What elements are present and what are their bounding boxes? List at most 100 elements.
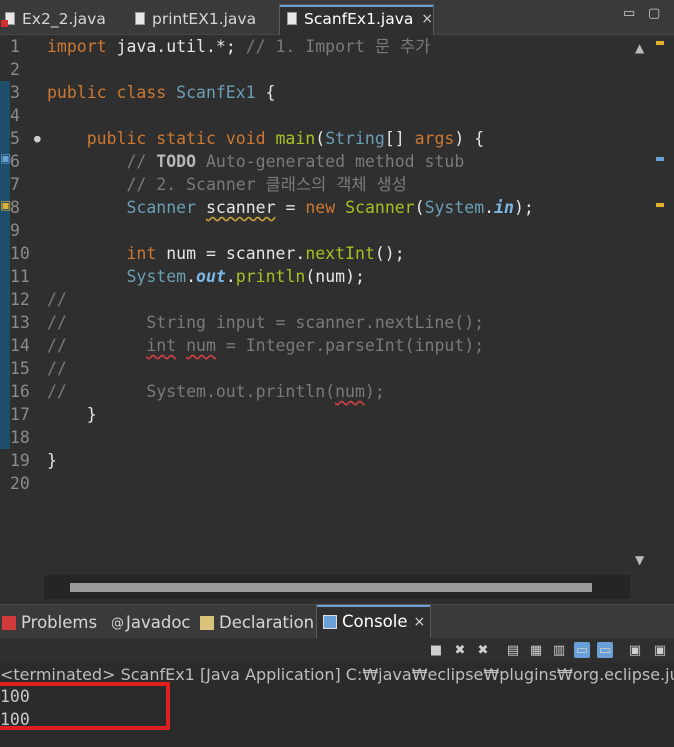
- open-console-icon[interactable]: ▣: [652, 642, 668, 658]
- show-console-on-output-icon[interactable]: ▭: [574, 642, 590, 658]
- code-line[interactable]: 11 System.out.println(num);: [0, 265, 630, 288]
- code-text: // System.out.println(num);: [47, 380, 385, 403]
- code-text: // 2. Scanner 클래스의 객체 생성: [47, 173, 407, 196]
- tab-ex2-2[interactable]: Ex2_2.java: [1, 6, 106, 32]
- horizontal-scrollbar[interactable]: [44, 575, 630, 599]
- scroll-up-icon[interactable]: ▲: [635, 41, 644, 55]
- line-number: 4: [10, 106, 20, 125]
- code-token: (num);: [305, 267, 365, 286]
- code-token: import: [47, 37, 107, 56]
- code-token: ) {: [454, 129, 485, 148]
- code-token: args: [414, 129, 455, 148]
- code-line[interactable]: 18: [0, 426, 630, 449]
- code-token: //: [47, 359, 67, 378]
- overview-warning-marker[interactable]: [656, 41, 664, 45]
- line-number: 19: [10, 451, 30, 470]
- code-token: num = scanner.: [166, 244, 306, 263]
- code-text: // int num = Integer.parseInt(input);: [47, 334, 484, 357]
- fold-marker-icon[interactable]: ●: [34, 127, 41, 150]
- code-editor[interactable]: 1 import java.util.*; // 1. Import 문 추가 2 3…: [0, 35, 674, 573]
- code-token: .: [186, 267, 197, 286]
- pin-console-icon[interactable]: ▣: [627, 642, 643, 658]
- code-token: );: [513, 198, 534, 217]
- code-line[interactable]: 9: [0, 219, 630, 242]
- line-number: 9: [10, 221, 20, 240]
- terminate-icon[interactable]: ■: [428, 642, 444, 658]
- java-file-icon: [286, 12, 298, 26]
- code-text: public static void main(String[] args) {: [47, 127, 484, 150]
- code-token: (: [315, 129, 326, 148]
- code-line[interactable]: 16 // System.out.println(num);: [0, 380, 630, 403]
- line-number: 15: [10, 359, 30, 378]
- minimize-icon[interactable]: ▭: [623, 6, 635, 21]
- word-wrap-icon[interactable]: ▥: [551, 642, 567, 658]
- code-line[interactable]: 15 //: [0, 357, 630, 380]
- tab-label: printEX1.java: [152, 10, 257, 28]
- close-icon[interactable]: ×: [414, 614, 426, 630]
- code-line[interactable]: 4: [0, 104, 630, 127]
- code-token: // 1. Import 문 추가: [245, 37, 431, 56]
- code-line[interactable]: 1 import java.util.*; // 1. Import 문 추가: [0, 35, 630, 58]
- code-token: Scanner: [126, 198, 206, 217]
- code-token: java.util.*;: [106, 37, 246, 56]
- overview-task-marker[interactable]: [656, 157, 664, 161]
- code-line[interactable]: 10 int num = scanner.nextInt();: [0, 242, 630, 265]
- task-marker-icon: ▣: [0, 151, 12, 165]
- code-token: public static void: [86, 129, 276, 148]
- console-icon: [323, 614, 337, 629]
- code-line[interactable]: 13 // String input = scanner.nextLine();: [0, 311, 630, 334]
- code-line[interactable]: 12 //: [0, 288, 630, 311]
- code-token: //: [47, 290, 67, 309]
- code-line[interactable]: 8 Scanner scanner = new Scanner(System.i…: [0, 196, 630, 219]
- code-text: // String input = scanner.nextLine();: [47, 311, 484, 334]
- code-line[interactable]: 7 // 2. Scanner 클래스의 객체 생성: [0, 173, 630, 196]
- code-text: Scanner scanner = new Scanner(System.in)…: [47, 196, 534, 219]
- overview-ruler[interactable]: [652, 35, 674, 573]
- tab-declaration[interactable]: Declaration: [200, 613, 314, 632]
- code-line[interactable]: 6 // TODO Auto-generated method stub: [0, 150, 630, 173]
- tab-console[interactable]: Console ×: [323, 612, 425, 631]
- vertical-scrollbar[interactable]: ▲ ▼: [630, 35, 650, 573]
- code-text: import java.util.*; // 1. Import 문 추가: [47, 35, 430, 58]
- code-token: // 2. Scanner 클래스의 객체 생성: [126, 175, 407, 194]
- remove-launch-icon[interactable]: ✖: [452, 642, 468, 658]
- code-text: System.out.println(num);: [47, 265, 365, 288]
- close-icon[interactable]: ×: [421, 11, 433, 27]
- code-line[interactable]: 20: [0, 472, 630, 495]
- scroll-thumb[interactable]: [70, 583, 592, 592]
- clear-console-icon[interactable]: ▤: [505, 642, 521, 658]
- scroll-lock-icon[interactable]: ▦: [528, 642, 544, 658]
- maximize-icon[interactable]: ▢: [648, 6, 660, 21]
- remove-all-launches-icon[interactable]: ✖: [475, 642, 491, 658]
- code-token: ();: [374, 244, 405, 263]
- javadoc-icon: @: [111, 615, 124, 631]
- editor-tab-bar: Ex2_2.java printEX1.java ScanfEx1.java ×…: [0, 0, 674, 35]
- code-token: println: [235, 267, 306, 286]
- line-number: 1: [10, 37, 20, 56]
- code-line[interactable]: 2: [0, 58, 630, 81]
- line-number: 16: [10, 382, 30, 401]
- tab-printex1[interactable]: printEX1.java: [134, 6, 256, 32]
- show-console-on-error-icon[interactable]: ▭: [597, 642, 613, 658]
- code-line[interactable]: 19}: [0, 449, 630, 472]
- scroll-down-icon[interactable]: ▼: [635, 553, 644, 567]
- java-file-error-icon: [1, 12, 16, 27]
- code-line[interactable]: 5 public static void main(String[] args)…: [0, 127, 630, 150]
- code-line[interactable]: 14 // int num = Integer.parseInt(input);: [0, 334, 630, 357]
- code-token: // System.out.println(: [47, 382, 336, 401]
- overview-warning-marker[interactable]: [656, 203, 664, 207]
- tab-problems[interactable]: Problems: [2, 613, 97, 632]
- code-token: //: [47, 336, 147, 355]
- code-text: }: [47, 449, 57, 472]
- line-number: 3: [10, 83, 20, 102]
- code-line[interactable]: 3 public class ScanfEx1 {: [0, 81, 630, 104]
- code-token: in: [494, 198, 514, 217]
- code-token: // String input = scanner.nextLine();: [47, 313, 485, 332]
- code-line[interactable]: 17 }: [0, 403, 630, 426]
- code-token: =: [275, 198, 306, 217]
- tab-scanfex1[interactable]: ScanfEx1.java ×: [286, 6, 433, 32]
- tab-javadoc[interactable]: @ Javadoc: [111, 613, 191, 632]
